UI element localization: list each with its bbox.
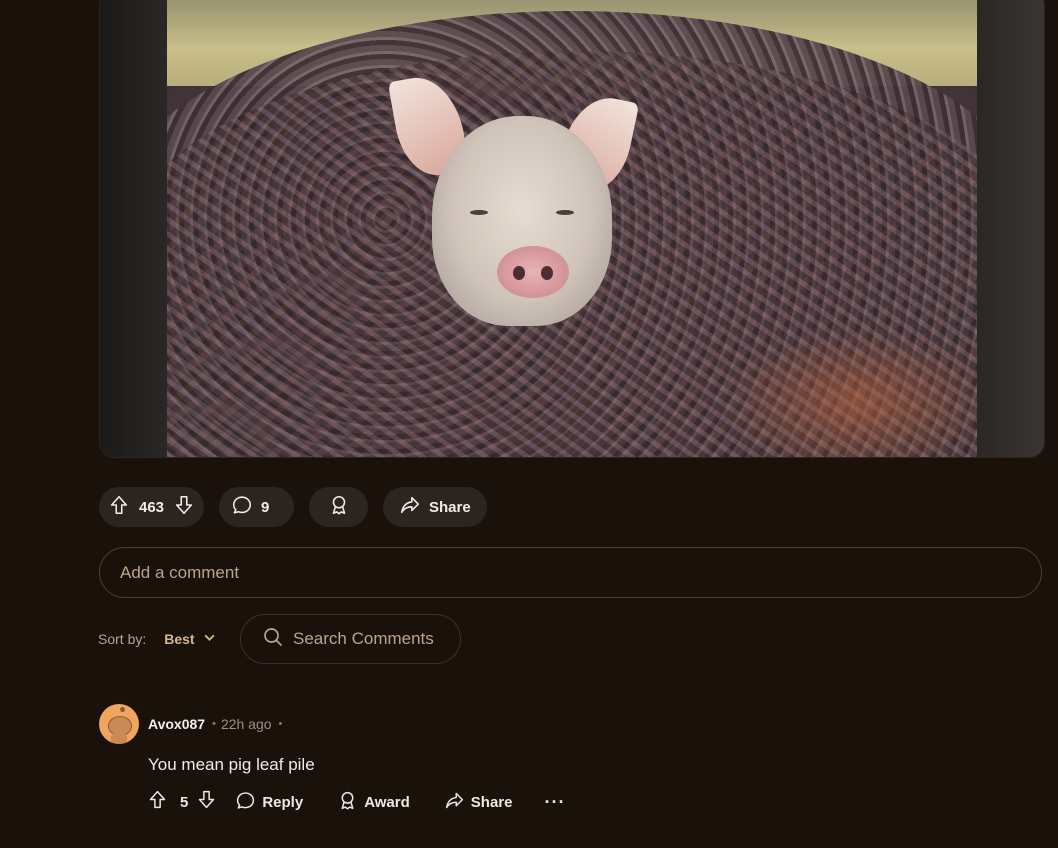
award-button[interactable] xyxy=(309,487,368,527)
meta-separator-dot: • xyxy=(212,718,216,730)
comments-button[interactable]: 9 xyxy=(219,487,294,527)
comment-share-button[interactable]: Share xyxy=(444,790,513,815)
search-placeholder: Search Comments xyxy=(293,629,434,648)
comment-count: 9 xyxy=(261,498,270,516)
post-action-bar: 463 9 Share xyxy=(99,487,487,527)
chevron-down-icon xyxy=(203,631,216,647)
comment-action-bar: 5 Reply Award Share ··· xyxy=(147,790,565,814)
sort-label: Sort by: xyxy=(98,631,147,647)
award-icon xyxy=(328,494,350,520)
post-media[interactable] xyxy=(99,0,1045,458)
comment-upvote-icon[interactable] xyxy=(147,789,168,815)
comment-username[interactable]: Avox087 xyxy=(148,716,205,732)
downvote-icon[interactable] xyxy=(173,494,195,520)
reply-button[interactable]: Reply xyxy=(235,790,303,815)
sort-value: Best xyxy=(164,631,195,647)
image-pig xyxy=(387,71,642,346)
comment-meta: Avox087 • 22h ago • xyxy=(148,716,287,732)
avatar-antenna xyxy=(120,707,125,712)
vote-control: 463 xyxy=(99,487,204,527)
vote-count: 463 xyxy=(138,498,165,516)
comment-bubble-icon xyxy=(231,494,253,520)
pig-snout xyxy=(497,246,569,298)
search-comments-input[interactable]: Search Comments xyxy=(240,614,461,664)
image-orange-leaves xyxy=(717,327,977,457)
comment-award-button[interactable]: Award xyxy=(337,790,410,815)
meta-separator-dot: • xyxy=(278,718,283,730)
add-comment-field[interactable]: Add a comment xyxy=(99,547,1042,598)
comment-downvote-icon[interactable] xyxy=(196,789,217,815)
comment-sort-row: Sort by: Best Search Comments xyxy=(98,614,461,664)
comment-text: You mean pig leaf pile xyxy=(148,755,315,774)
comment-timestamp[interactable]: 22h ago xyxy=(221,716,272,732)
share-arrow-icon xyxy=(399,494,421,520)
award-icon xyxy=(337,790,358,815)
avatar[interactable] xyxy=(99,704,139,744)
sort-dropdown[interactable]: Best xyxy=(164,631,215,647)
reply-label: Reply xyxy=(262,793,304,811)
upvote-icon[interactable] xyxy=(108,494,130,520)
reply-bubble-icon xyxy=(235,790,256,815)
search-icon xyxy=(263,627,283,652)
media-blur-right xyxy=(977,0,1044,457)
avatar-body xyxy=(111,732,127,744)
pig-eye-left xyxy=(470,210,488,215)
media-blur-left xyxy=(100,0,167,457)
add-comment-placeholder: Add a comment xyxy=(120,562,240,582)
share-arrow-icon xyxy=(444,790,465,815)
share-button[interactable]: Share xyxy=(383,487,487,527)
pig-eye-right xyxy=(556,210,574,215)
comment-share-label: Share xyxy=(470,793,513,811)
award-label: Award xyxy=(364,793,410,811)
share-label: Share xyxy=(429,498,471,516)
post-image-pig-in-leaves[interactable] xyxy=(167,0,977,457)
more-options-icon[interactable]: ··· xyxy=(544,792,565,813)
comment-score: 5 xyxy=(180,793,189,811)
